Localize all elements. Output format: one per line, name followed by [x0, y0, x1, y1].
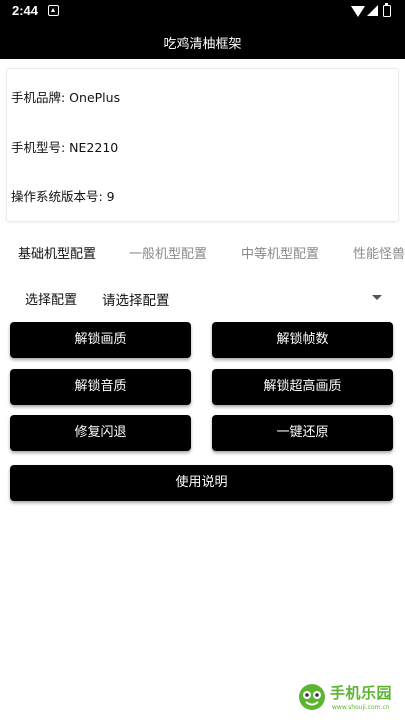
one-click-restore-button[interactable]: 一键还原 [212, 415, 393, 451]
os-version: 操作系统版本号: 9 [11, 189, 115, 204]
tab-performance[interactable]: 性能怪兽 [353, 243, 405, 262]
config-select[interactable]: 请选择配置 [102, 289, 170, 309]
app-bar: 吃鸡清柚框架 [0, 24, 405, 59]
fix-crash-button[interactable]: 修复闪退 [10, 415, 191, 451]
signal-icon [367, 5, 378, 16]
battery-icon [383, 3, 391, 17]
status-time: 2:44 [12, 3, 39, 18]
app-title: 吃鸡清柚框架 [163, 37, 242, 52]
watermark-url: www.shouji.com.cn [332, 704, 390, 711]
tab-general[interactable]: 一般机型配置 [129, 243, 207, 262]
watermark-brand: 手机乐园 [330, 684, 393, 702]
unlock-quality-button[interactable]: 解锁画质 [10, 322, 191, 358]
unlock-ultra-quality-button[interactable]: 解锁超高画质 [212, 369, 393, 405]
watermark-logo-icon [299, 684, 325, 710]
device-info-card: 手机品牌: OnePlus 手机型号: NE2210 操作系统版本号: 9 [6, 68, 399, 222]
tab-medium[interactable]: 中等机型配置 [241, 243, 319, 262]
status-bar: 2:44 [0, 0, 405, 24]
config-tabs: 基础机型配置 一般机型配置 中等机型配置 性能怪兽 [0, 232, 405, 270]
unlock-audio-button[interactable]: 解锁音质 [10, 369, 191, 405]
dropdown-arrow-icon[interactable] [372, 295, 382, 300]
device-brand: 手机品牌: OnePlus [11, 90, 121, 105]
tab-basic[interactable]: 基础机型配置 [18, 243, 96, 262]
unlock-fps-button[interactable]: 解锁帧数 [212, 322, 393, 358]
watermark: 手机乐园 www.shouji.com.cn [296, 680, 402, 716]
notification-icon [48, 5, 59, 16]
wifi-icon [351, 6, 365, 17]
config-select-row: 选择配置 请选择配置 [0, 282, 405, 312]
instructions-button[interactable]: 使用说明 [10, 465, 393, 501]
device-model: 手机型号: NE2210 [11, 140, 119, 155]
config-select-label: 选择配置 [25, 293, 78, 308]
